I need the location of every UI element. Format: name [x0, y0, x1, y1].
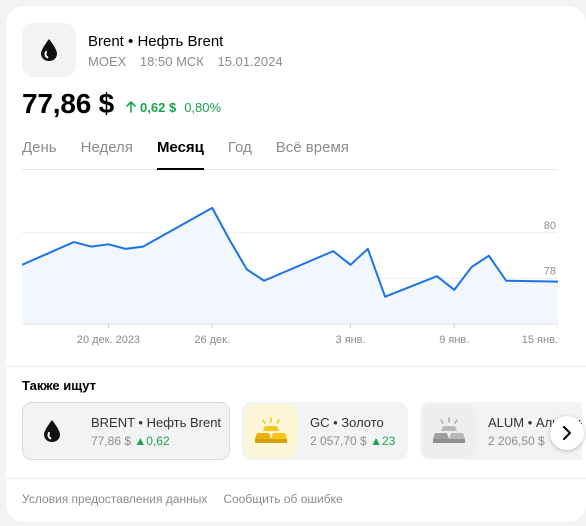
quote-card: Brent • Нефть Brent MOEX 18:50 МСК 15.01…	[6, 6, 586, 522]
date-label: 15.01.2024	[217, 53, 283, 69]
oil-drop-icon	[22, 23, 76, 77]
tab-all-time[interactable]: Всё время	[276, 139, 349, 170]
chart-y-tick-label: 80	[544, 220, 556, 232]
chart-y-tick-label: 78	[544, 265, 556, 277]
price-row: 77,86 $ 0,62 $ 0,80%	[22, 88, 221, 120]
tab-month[interactable]: Месяц	[156, 139, 204, 170]
price-change-pct: 0,80%	[184, 99, 222, 115]
chevron-right-icon	[563, 426, 571, 440]
also-item-brent[interactable]: BRENT • Нефть Brent 77,86 $ ▲0,62	[22, 402, 230, 460]
instrument-meta: MOEX 18:50 МСК 15.01.2024	[88, 54, 293, 69]
tab-week[interactable]: Неделя	[81, 139, 133, 170]
report-error-link[interactable]: Сообщить об ошибке	[223, 492, 342, 506]
chart-area-fill	[22, 207, 558, 324]
oil-drop-icon	[25, 404, 79, 458]
chart-x-tick-label: 15 янв.	[522, 334, 558, 346]
divider	[6, 478, 586, 479]
scroll-next-button[interactable]	[550, 416, 584, 450]
data-terms-link[interactable]: Условия предоставления данных	[22, 492, 207, 506]
tab-day[interactable]: День	[22, 139, 57, 170]
chart-x-tick-label: 20 дек. 2023	[77, 334, 140, 346]
current-price: 77,86 $	[22, 88, 115, 119]
also-item-name: BRENT • Нефть Brent	[91, 414, 222, 430]
quote-header: Brent • Нефть Brent MOEX 18:50 МСК 15.01…	[22, 23, 293, 77]
chart-x-tick-label: 26 дек.	[194, 334, 230, 346]
also-item-price: 77,86 $	[91, 433, 132, 448]
price-change-abs: 0,62 $	[140, 99, 177, 115]
exchange-label: MOEX	[88, 53, 127, 69]
tab-year[interactable]: Год	[228, 139, 252, 170]
also-item-name: GC • Золото	[310, 414, 384, 430]
triangle-up-icon: ▲	[134, 433, 147, 448]
arrow-up-icon	[126, 101, 136, 113]
aluminum-bars-icon	[422, 404, 476, 458]
also-searched-title: Также ищут	[22, 378, 96, 393]
instrument-title: Brent • Нефть Brent	[88, 32, 224, 50]
also-item-price: 2 057,70 $	[310, 433, 367, 448]
also-searched-list: BRENT • Нефть Brent 77,86 $ ▲0,62 GC • З…	[22, 402, 582, 462]
also-item-change: 0,62	[146, 433, 170, 448]
footer: Условия предоставления данных Сообщить о…	[22, 492, 359, 506]
price-change: 0,62 $ 0,80%	[126, 100, 221, 115]
also-item-price: 2 206,50 $	[488, 433, 545, 448]
triangle-up-icon: ▲	[370, 433, 382, 448]
divider	[6, 366, 586, 367]
time-label: 18:50 МСК	[139, 53, 204, 69]
price-chart[interactable]: 80 78 20 дек. 2023 26 дек. 3 янв. 9 янв. 15 ян…	[22, 176, 558, 346]
also-item-gold[interactable]: GC • Золото 2 057,70 $ ▲23	[242, 402, 408, 460]
chart-x-tick-label: 9 янв.	[439, 334, 469, 346]
gold-bars-icon	[244, 404, 298, 458]
also-item-value: 77,86 $ ▲0,62	[91, 434, 221, 448]
chart-x-tick-label: 3 янв.	[335, 334, 365, 346]
also-item-change: 23	[381, 433, 396, 448]
period-tabs: День Неделя Месяц Год Всё время	[22, 139, 558, 170]
also-item-value: 2 057,70 $ ▲23	[310, 434, 395, 448]
